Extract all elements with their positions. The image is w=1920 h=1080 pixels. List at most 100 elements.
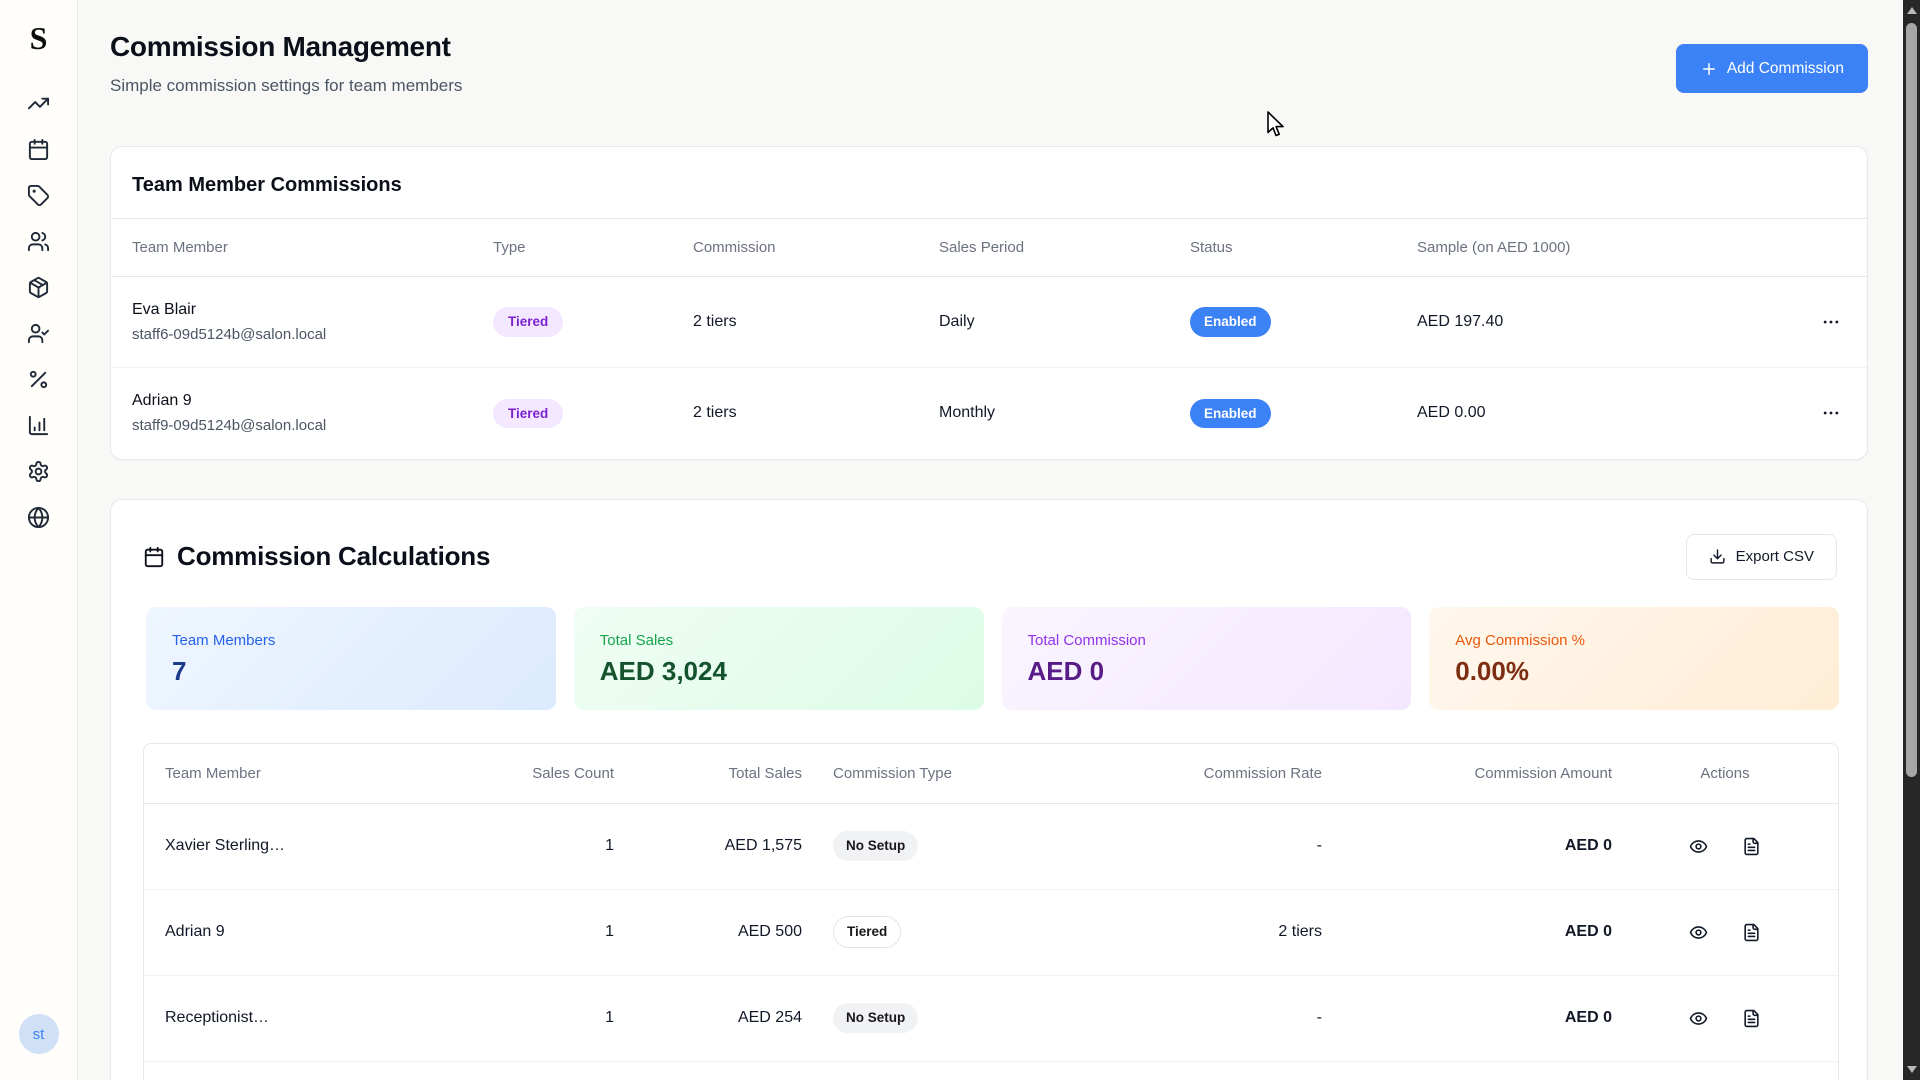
stat-value: 0.00% bbox=[1455, 656, 1813, 687]
member-name: Adrian 9 bbox=[144, 889, 504, 975]
file-text-icon bbox=[1742, 923, 1761, 942]
plus-icon bbox=[1700, 60, 1718, 78]
report-button[interactable] bbox=[1738, 833, 1765, 860]
sidebar-item-analytics[interactable] bbox=[25, 91, 53, 115]
type-badge: Tiered bbox=[493, 307, 563, 337]
scrollbar-thumb[interactable] bbox=[1906, 23, 1917, 777]
col-total-sales: Total Sales bbox=[614, 744, 802, 804]
sidebar-item-settings[interactable] bbox=[25, 459, 53, 483]
stat-label: Total Commission bbox=[1028, 632, 1386, 649]
total-sales: AED 1,575 bbox=[614, 803, 802, 889]
ellipsis-icon bbox=[1821, 403, 1841, 423]
table-row: Receptionist… 1 AED 254 No Setup - AED 0 bbox=[144, 975, 1838, 1061]
sales-period-value: Monthly bbox=[939, 368, 1190, 459]
commission-amount: AED 0 bbox=[1322, 889, 1612, 975]
status-badge: Enabled bbox=[1190, 307, 1271, 337]
scrollbar[interactable] bbox=[1903, 0, 1920, 1080]
sample-value: AED 0.00 bbox=[1417, 368, 1717, 459]
view-details-button[interactable] bbox=[1685, 919, 1712, 946]
file-text-icon bbox=[1742, 1009, 1761, 1028]
col-sample: Sample (on AED 1000) bbox=[1417, 219, 1717, 277]
calculations-table: Team Member Sales Count Total Sales Comm… bbox=[144, 744, 1838, 1062]
eye-icon bbox=[1689, 837, 1708, 856]
member-name: Xavier Sterling… bbox=[144, 803, 504, 889]
col-sales-period: Sales Period bbox=[939, 219, 1190, 277]
scrollbar-up-arrow[interactable] bbox=[1903, 2, 1920, 19]
calc-title: Commission Calculations bbox=[177, 541, 490, 572]
commission-value: 2 tiers bbox=[693, 277, 939, 368]
sidebar-item-reports[interactable] bbox=[25, 413, 53, 437]
view-details-button[interactable] bbox=[1685, 833, 1712, 860]
member-name: Eva Blair bbox=[132, 301, 493, 319]
app-logo[interactable]: S bbox=[30, 20, 48, 57]
member-email: staff9-09d5124b@salon.local bbox=[132, 417, 493, 434]
sidebar-item-website[interactable] bbox=[25, 505, 53, 529]
add-commission-label: Add Commission bbox=[1727, 60, 1844, 78]
table-row: Adrian 9 staff9-09d5124b@salon.local Tie… bbox=[111, 368, 1867, 459]
bar-chart-icon bbox=[27, 414, 50, 437]
col-commission: Commission bbox=[693, 219, 939, 277]
stat-value: AED 0 bbox=[1028, 656, 1386, 687]
stat-label: Avg Commission % bbox=[1455, 632, 1813, 649]
total-sales: AED 500 bbox=[614, 889, 802, 975]
package-icon bbox=[27, 276, 50, 299]
status-badge: Enabled bbox=[1190, 399, 1271, 429]
eye-icon bbox=[1689, 923, 1708, 942]
commission-type-badge: No Setup bbox=[833, 1003, 918, 1033]
view-details-button[interactable] bbox=[1685, 1005, 1712, 1032]
col-team-member: Team Member bbox=[111, 219, 493, 277]
commissions-table: Team Member Type Commission Sales Period… bbox=[111, 218, 1867, 459]
user-avatar[interactable]: st bbox=[19, 1014, 59, 1054]
commission-value: 2 tiers bbox=[693, 368, 939, 459]
sidebar-item-calendar[interactable] bbox=[25, 137, 53, 161]
sample-value: AED 197.40 bbox=[1417, 277, 1717, 368]
calendar-icon bbox=[143, 546, 165, 568]
sidebar-item-tags[interactable] bbox=[25, 183, 53, 207]
commission-type-badge: Tiered bbox=[833, 916, 901, 948]
commissions-card-title: Team Member Commissions bbox=[111, 147, 1867, 218]
sidebar-nav bbox=[25, 91, 53, 529]
col-actions: Actions bbox=[1612, 744, 1838, 804]
sidebar: S st bbox=[0, 0, 78, 1080]
add-commission-button[interactable]: Add Commission bbox=[1676, 44, 1868, 93]
calc-header: Commission Calculations Export CSV bbox=[111, 534, 1867, 580]
report-button[interactable] bbox=[1738, 1005, 1765, 1032]
row-actions-button[interactable] bbox=[1817, 399, 1845, 427]
col-commission-amount: Commission Amount bbox=[1322, 744, 1612, 804]
col-commission-rate: Commission Rate bbox=[1012, 744, 1322, 804]
stat-cards: Team Members 7 Total Sales AED 3,024 Tot… bbox=[146, 607, 1839, 710]
sidebar-item-commissions[interactable] bbox=[25, 367, 53, 391]
member-name: Adrian 9 bbox=[132, 392, 493, 410]
trending-up-icon bbox=[27, 92, 50, 115]
page-title: Commission Management bbox=[110, 30, 462, 64]
team-member-commissions-card: Team Member Commissions Team Member Type… bbox=[110, 146, 1868, 460]
commission-rate: 2 tiers bbox=[1012, 889, 1322, 975]
user-check-icon bbox=[27, 322, 50, 345]
users-icon bbox=[27, 230, 50, 253]
table-row: Adrian 9 1 AED 500 Tiered 2 tiers AED 0 bbox=[144, 889, 1838, 975]
col-status: Status bbox=[1190, 219, 1417, 277]
sidebar-item-clients[interactable] bbox=[25, 229, 53, 253]
col-team-member: Team Member bbox=[144, 744, 504, 804]
stat-total-commission: Total Commission AED 0 bbox=[1002, 607, 1412, 710]
stat-avg-commission: Avg Commission % 0.00% bbox=[1429, 607, 1839, 710]
sales-count: 1 bbox=[504, 803, 614, 889]
percent-icon bbox=[27, 368, 50, 391]
stat-team-members: Team Members 7 bbox=[146, 607, 556, 710]
main-content: Commission Management Simple commission … bbox=[78, 0, 1903, 1080]
export-csv-label: Export CSV bbox=[1736, 548, 1814, 565]
stat-value: 7 bbox=[172, 656, 530, 687]
stat-value: AED 3,024 bbox=[600, 656, 958, 687]
commission-rate: - bbox=[1012, 975, 1322, 1061]
eye-icon bbox=[1689, 1009, 1708, 1028]
tag-icon bbox=[27, 184, 50, 207]
export-csv-button[interactable]: Export CSV bbox=[1686, 534, 1837, 580]
row-actions-button[interactable] bbox=[1817, 308, 1845, 336]
sidebar-item-team[interactable] bbox=[25, 321, 53, 345]
page-header: Commission Management Simple commission … bbox=[110, 0, 1868, 96]
sidebar-item-products[interactable] bbox=[25, 275, 53, 299]
calculations-table-box: Team Member Sales Count Total Sales Comm… bbox=[143, 743, 1839, 1080]
scrollbar-down-arrow[interactable] bbox=[1903, 1061, 1920, 1078]
stat-label: Team Members bbox=[172, 632, 530, 649]
report-button[interactable] bbox=[1738, 919, 1765, 946]
